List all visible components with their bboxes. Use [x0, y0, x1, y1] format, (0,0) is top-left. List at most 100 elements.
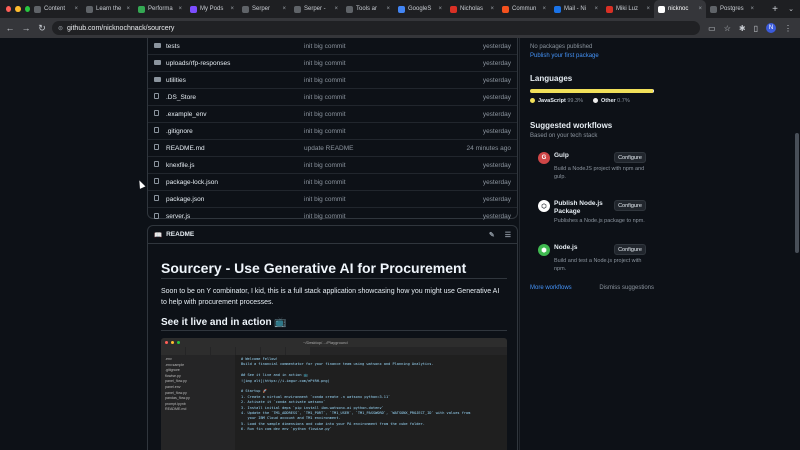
demo-screenshot[interactable]: ~/Desktop/…/Playground .env .env.sample .g…: [161, 338, 507, 450]
dismiss-suggestions-link[interactable]: Dismiss suggestions: [599, 285, 654, 291]
file-name-link[interactable]: package-lock.json: [166, 179, 304, 186]
commit-message-link[interactable]: update README: [304, 145, 431, 152]
file-row[interactable]: README.md update README 24 minutes ago: [148, 140, 517, 157]
browser-tab[interactable]: Tools ar ×: [342, 2, 394, 16]
file-row[interactable]: utilities init big commit yesterday: [148, 72, 517, 89]
file-icon: [154, 195, 159, 201]
file-row[interactable]: package.json init big commit yesterday: [148, 191, 517, 208]
tab-close-icon[interactable]: ×: [542, 6, 546, 12]
cast-icon[interactable]: ▭: [708, 24, 716, 33]
minimize-window-button[interactable]: [15, 6, 21, 12]
commit-message-link[interactable]: init big commit: [304, 162, 431, 169]
file-icon: [154, 110, 159, 116]
tab-close-icon[interactable]: ×: [750, 6, 754, 12]
file-row[interactable]: .example_env init big commit yesterday: [148, 106, 517, 123]
file-name-link[interactable]: README.md: [166, 145, 304, 152]
configure-button[interactable]: Configure: [614, 152, 646, 163]
browser-tab[interactable]: GoogleS ×: [394, 2, 446, 16]
tab-close-icon[interactable]: ×: [646, 6, 650, 12]
browser-menu-icon[interactable]: ⋮: [784, 24, 792, 33]
browser-tab[interactable]: Serper ×: [238, 2, 290, 16]
commit-message-link[interactable]: init big commit: [304, 179, 431, 186]
back-button[interactable]: ←: [4, 23, 16, 33]
commit-message-link[interactable]: init big commit: [304, 213, 431, 220]
file-name-link[interactable]: utilities: [166, 77, 304, 84]
file-row[interactable]: server.js init big commit yesterday: [148, 208, 517, 225]
commit-date: yesterday: [482, 59, 511, 67]
tab-label: Serper -: [304, 6, 326, 12]
extensions-icon[interactable]: ✱: [739, 24, 746, 33]
languages-bar: [530, 89, 654, 93]
new-tab-button[interactable]: +: [768, 4, 782, 15]
file-name-link[interactable]: .example_env: [166, 111, 304, 118]
tab-close-icon[interactable]: ×: [490, 6, 494, 12]
readme-tab[interactable]: README: [166, 231, 194, 238]
tab-close-icon[interactable]: ×: [438, 6, 442, 12]
commit-message-link[interactable]: init big commit: [304, 77, 431, 84]
reload-button[interactable]: ↻: [36, 23, 48, 34]
browser-tab[interactable]: Performa ×: [134, 2, 186, 16]
tab-close-icon[interactable]: ×: [74, 6, 78, 12]
commit-message-link[interactable]: init big commit: [304, 60, 431, 67]
outline-list-icon[interactable]: ☰: [505, 231, 511, 239]
tab-close-icon[interactable]: ×: [126, 6, 130, 12]
tab-close-icon[interactable]: ×: [386, 6, 390, 12]
file-icon: [154, 127, 159, 133]
file-row[interactable]: .DS_Store init big commit yesterday: [148, 89, 517, 106]
publish-package-link[interactable]: Publish your first package: [530, 53, 660, 59]
browser-tab[interactable]: Serper - ×: [290, 2, 342, 16]
file-row[interactable]: tests init big commit yesterday: [148, 38, 517, 55]
file-name-link[interactable]: server.js: [166, 213, 304, 220]
configure-button[interactable]: Configure: [614, 244, 646, 255]
commit-message-link[interactable]: init big commit: [304, 128, 431, 135]
profile-avatar[interactable]: N: [766, 23, 776, 33]
browser-tab[interactable]: Learn the ×: [82, 2, 134, 16]
configure-button[interactable]: Configure: [614, 200, 646, 211]
tab-favicon-icon: [554, 5, 561, 13]
edit-pencil-icon[interactable]: ✎: [489, 231, 495, 239]
site-info-icon[interactable]: ⊜: [58, 25, 63, 32]
browser-tab[interactable]: nicknoc ×: [654, 0, 706, 18]
browser-tab-bar: Content × Learn the × Performa × My Pods × Serpe…: [0, 0, 800, 18]
browser-tab[interactable]: My Pods ×: [186, 2, 238, 16]
tab-close-icon[interactable]: ×: [334, 6, 338, 12]
browser-tab[interactable]: Commun ×: [498, 2, 550, 16]
commit-message-link[interactable]: init big commit: [304, 94, 431, 101]
forward-button[interactable]: →: [20, 23, 32, 33]
file-row[interactable]: .gitignore init big commit yesterday: [148, 123, 517, 140]
side-panel-icon[interactable]: ▯: [754, 24, 758, 33]
bookmark-star-icon[interactable]: ☆: [724, 24, 731, 33]
file-name-link[interactable]: .gitignore: [166, 128, 304, 135]
commit-date: yesterday: [482, 161, 511, 169]
file-name-link[interactable]: tests: [166, 43, 304, 50]
address-bar[interactable]: ⊜ github.com/nicknochnack/sourcery: [52, 21, 701, 35]
commit-message-link[interactable]: init big commit: [304, 111, 431, 118]
tab-close-icon[interactable]: ×: [230, 6, 234, 12]
file-name-link[interactable]: uploads/rfp-responses: [166, 60, 304, 67]
tab-search-button[interactable]: ⌄: [782, 5, 800, 13]
language-legend-item[interactable]: JavaScript 99.3%: [530, 98, 583, 104]
file-name-link[interactable]: package.json: [166, 196, 304, 203]
tab-close-icon[interactable]: ×: [698, 6, 702, 12]
close-window-button[interactable]: [6, 6, 12, 12]
scrollbar-thumb[interactable]: [795, 133, 799, 253]
browser-tab[interactable]: Content ×: [30, 2, 82, 16]
tab-close-icon[interactable]: ×: [282, 6, 286, 12]
browser-tab[interactable]: Mail - Ni ×: [550, 2, 602, 16]
browser-tab[interactable]: Miki Luz ×: [602, 2, 654, 16]
commit-message-link[interactable]: init big commit: [304, 196, 431, 203]
more-workflows-link[interactable]: More workflows: [530, 285, 572, 291]
file-row[interactable]: knexfile.js init big commit yesterday: [148, 157, 517, 174]
file-name-link[interactable]: .DS_Store: [166, 94, 304, 101]
workflow-icon: ⬡: [538, 200, 550, 212]
commit-message-link[interactable]: init big commit: [304, 43, 431, 50]
tab-favicon-icon: [606, 5, 613, 13]
file-name-link[interactable]: knexfile.js: [166, 162, 304, 169]
tab-close-icon[interactable]: ×: [594, 6, 598, 12]
file-row[interactable]: package-lock.json init big commit yesterda…: [148, 174, 517, 191]
browser-tab[interactable]: Nicholas ×: [446, 2, 498, 16]
file-row[interactable]: uploads/rfp-responses init big commit yest…: [148, 55, 517, 72]
browser-tab[interactable]: Postgres ×: [706, 2, 758, 16]
language-legend-item[interactable]: Other 0.7%: [592, 98, 630, 104]
tab-close-icon[interactable]: ×: [178, 6, 182, 12]
